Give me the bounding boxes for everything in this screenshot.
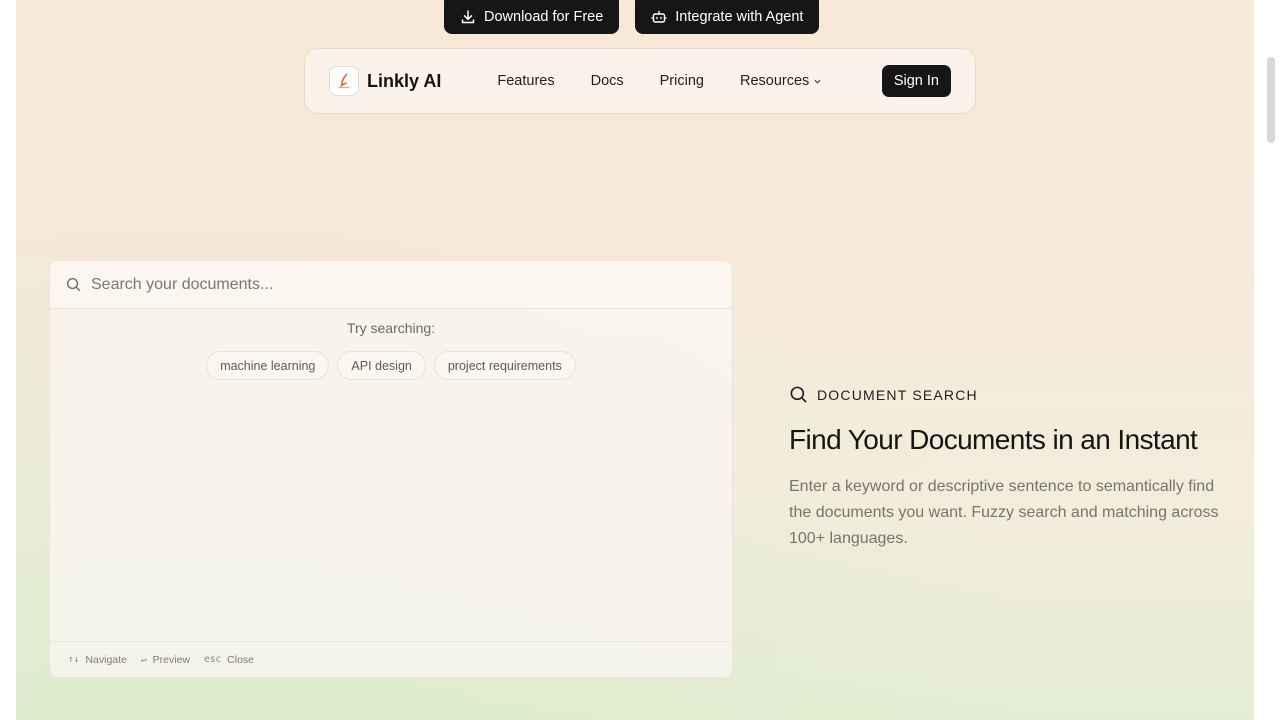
- hint-close: esc Close: [204, 654, 254, 666]
- nav-links: Features Docs Pricing Resources: [497, 73, 822, 89]
- navigate-key: ↑↓: [68, 654, 80, 665]
- feature-title: Find Your Documents in an Instant: [789, 424, 1198, 455]
- feature-eyebrow-label: DOCUMENT SEARCH: [817, 386, 978, 403]
- search-bar: [50, 261, 732, 309]
- nav-link-docs[interactable]: Docs: [591, 73, 624, 89]
- suggestion-chip[interactable]: machine learning: [206, 351, 330, 380]
- close-label: Close: [227, 653, 255, 666]
- download-button[interactable]: Download for Free: [444, 0, 620, 34]
- top-nav: Linkly AI Features Docs Pricing Resource…: [304, 48, 976, 114]
- close-key: esc: [204, 654, 222, 665]
- search-panel: Try searching: machine learning API desi…: [49, 260, 733, 678]
- chevron-down-icon: [814, 79, 821, 83]
- nav-link-resources-label: Resources: [739, 73, 810, 89]
- preview-label: Preview: [152, 653, 190, 666]
- suggestion-chips: machine learning API design project requ…: [50, 351, 732, 380]
- nav-link-pricing[interactable]: Pricing: [660, 73, 704, 89]
- search-icon: [790, 386, 807, 403]
- search-icon: [66, 277, 81, 292]
- nav-link-features[interactable]: Features: [497, 73, 554, 89]
- scrollbar-thumb[interactable]: [1267, 57, 1275, 143]
- page-background: Download for Free Integrate with Agent L…: [16, 0, 1254, 720]
- logo-icon: [329, 66, 359, 96]
- integrate-agent-button[interactable]: Integrate with Agent: [635, 0, 820, 34]
- hint-preview: ↵ Preview: [141, 654, 190, 666]
- nav-link-resources[interactable]: Resources: [740, 73, 822, 89]
- feature-eyebrow: DOCUMENT SEARCH: [789, 385, 1219, 404]
- robot-icon: [651, 10, 667, 23]
- hint-navigate: ↑↓ Navigate: [68, 654, 127, 666]
- keyboard-hints: ↑↓ Navigate ↵ Preview esc Close: [50, 641, 732, 677]
- download-icon: [461, 10, 475, 24]
- suggestion-chip[interactable]: API design: [337, 351, 426, 380]
- download-button-label: Download for Free: [484, 9, 604, 25]
- feature-description: Enter a keyword or descriptive sentence …: [789, 478, 1219, 547]
- cta-row: Download for Free Integrate with Agent: [444, 0, 820, 34]
- suggestion-chip[interactable]: project requirements: [433, 351, 576, 380]
- sign-in-button[interactable]: Sign In: [881, 65, 951, 97]
- scrollbar[interactable]: [1254, 0, 1280, 720]
- integrate-agent-label: Integrate with Agent: [675, 9, 804, 25]
- preview-key: ↵: [140, 654, 147, 665]
- brand-name: Linkly AI: [367, 70, 442, 91]
- try-searching-label: Try searching:: [346, 320, 436, 336]
- feature-section: DOCUMENT SEARCH Find Your Documents in a…: [789, 385, 1219, 552]
- brand-logo[interactable]: Linkly AI: [329, 66, 441, 96]
- search-input[interactable]: [91, 275, 716, 294]
- navigate-label: Navigate: [85, 653, 127, 666]
